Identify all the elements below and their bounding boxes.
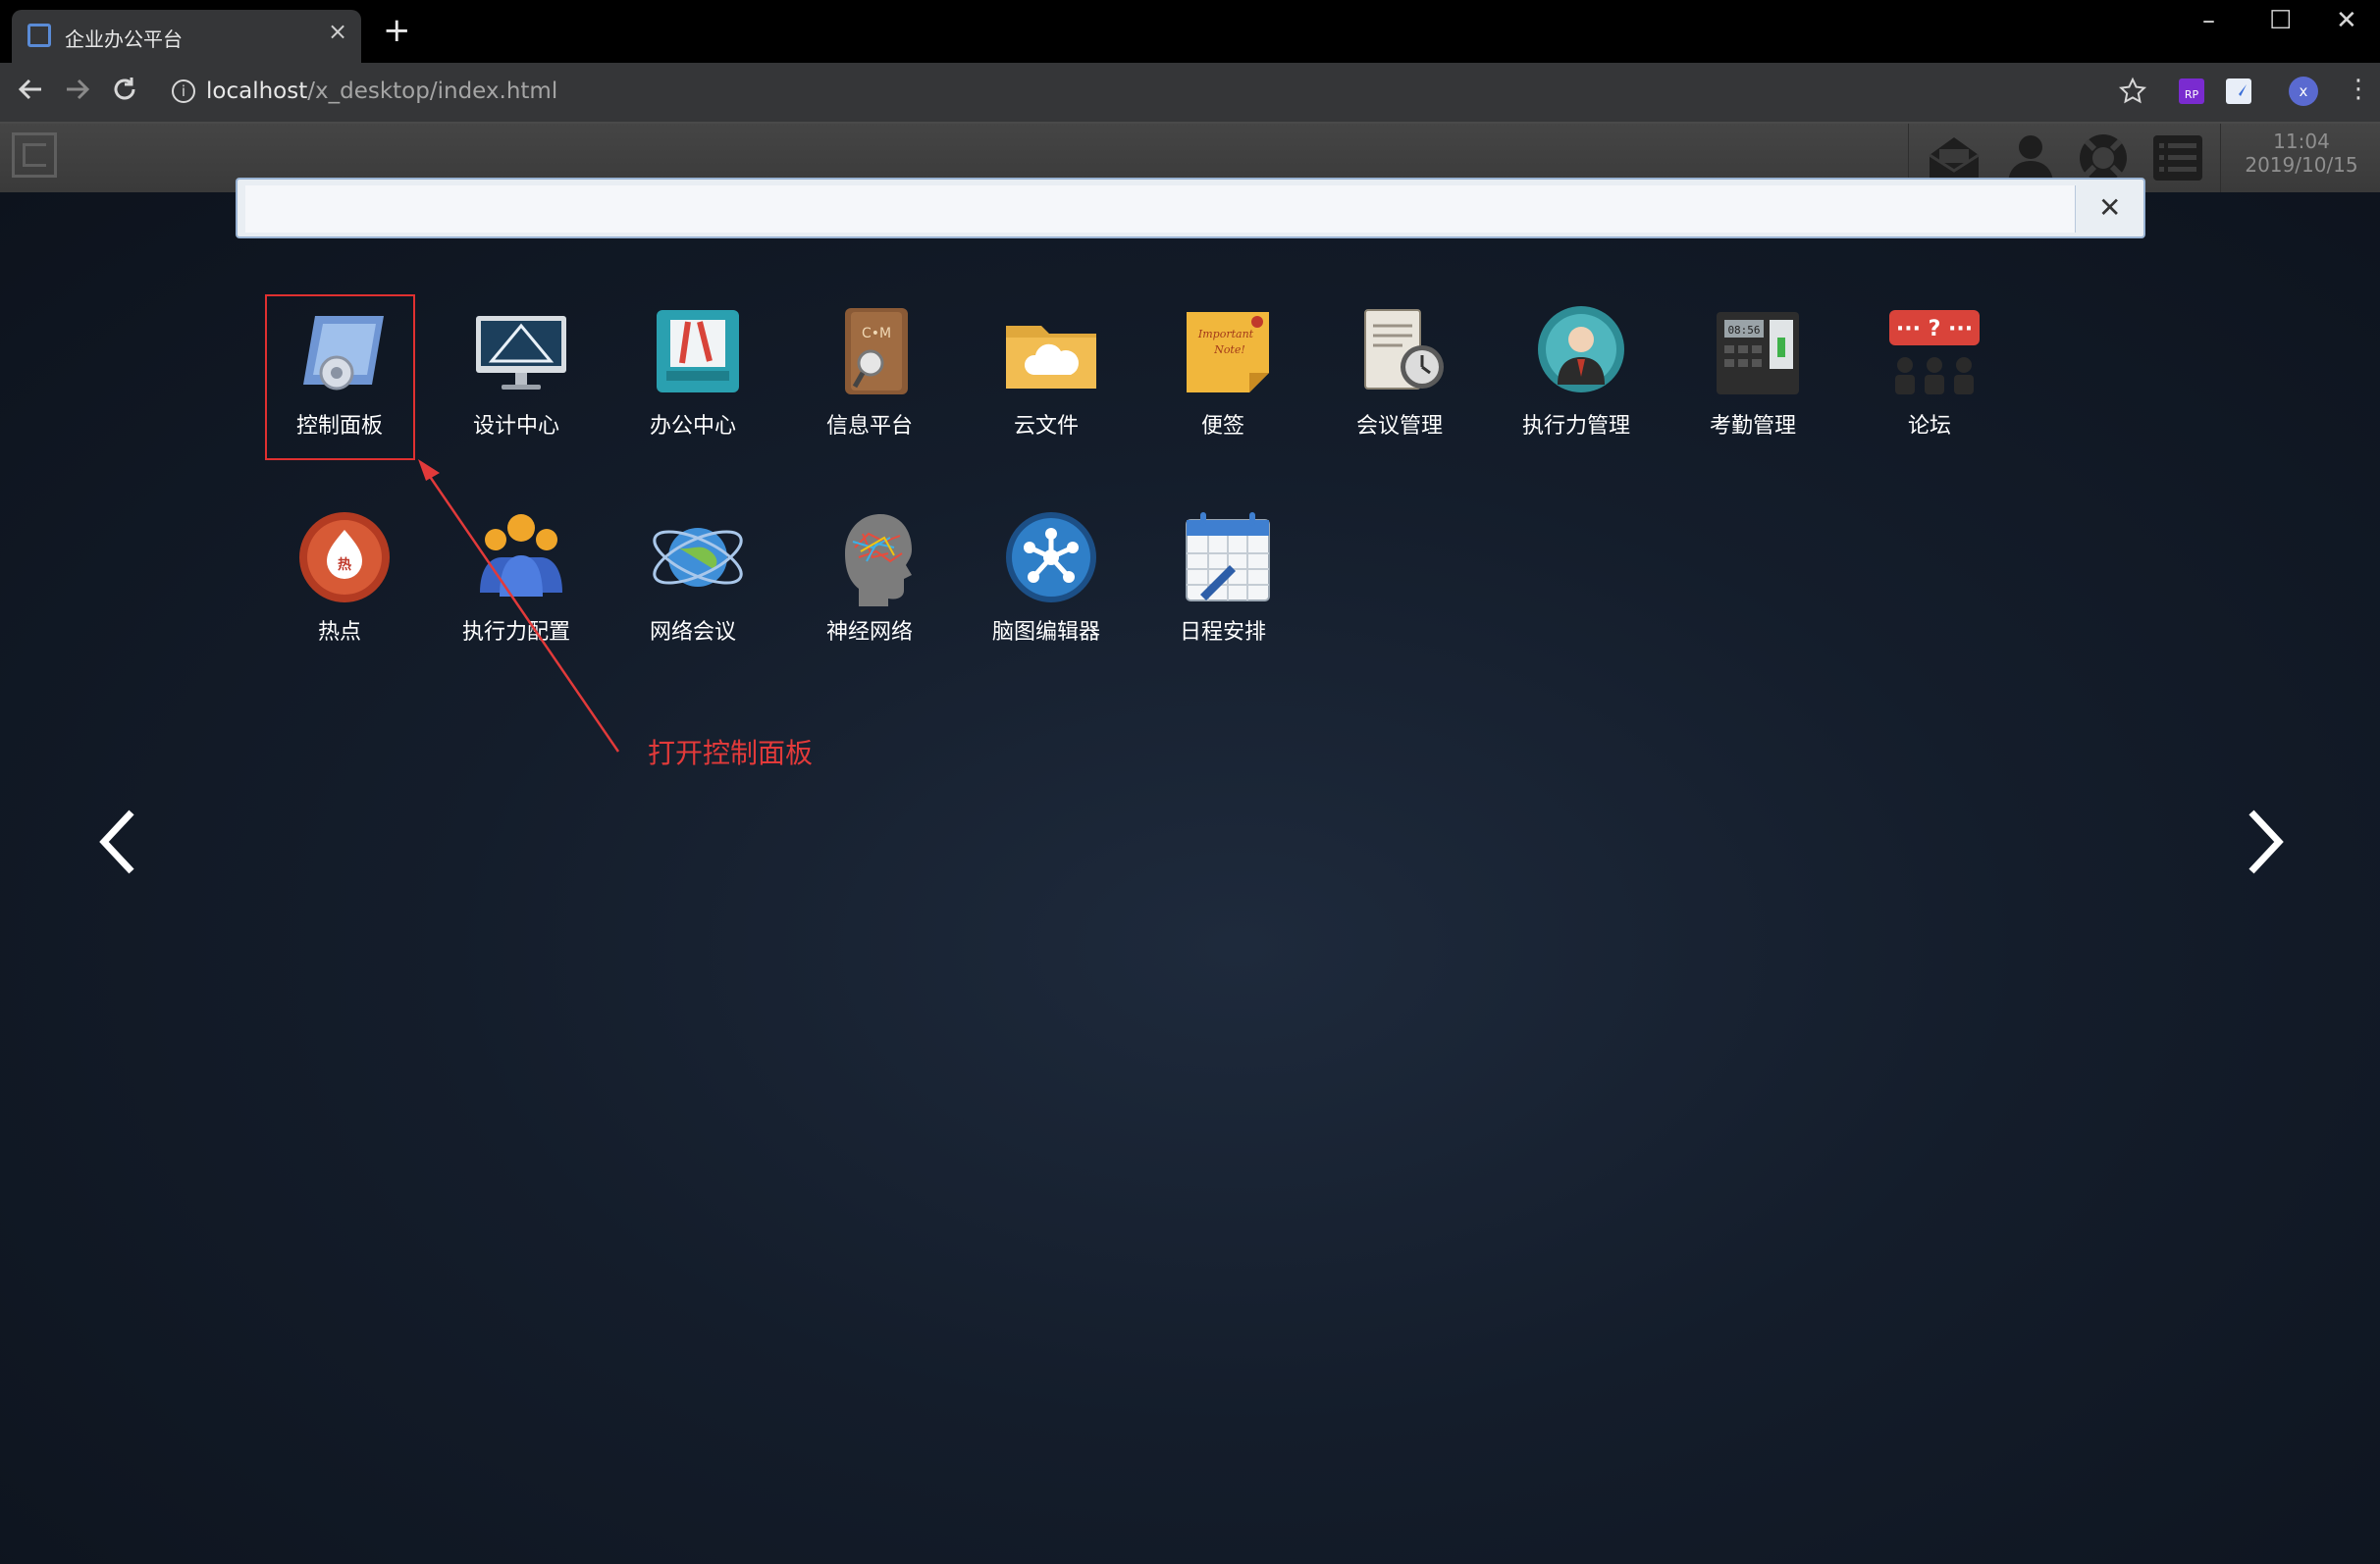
app-execution[interactable]: 执行力管理	[1493, 294, 1660, 461]
execution-icon	[1532, 302, 1630, 400]
svg-text:热: 热	[338, 556, 351, 573]
browser-tab[interactable]: 企业办公平台 ×	[12, 10, 361, 63]
app-info-platform[interactable]: C•M 信息平台	[786, 294, 953, 461]
mindmap-icon	[1002, 508, 1100, 606]
app-office-center[interactable]: 办公中心	[609, 294, 776, 461]
annotation-arrow	[418, 459, 620, 753]
prev-page-icon[interactable]	[88, 803, 147, 881]
svg-text:··· ? ···: ··· ? ···	[1896, 317, 1973, 341]
reload-icon[interactable]	[110, 75, 139, 112]
address-bar: i localhost/x_desktop/index.html RP x ⋮	[0, 63, 2380, 124]
profile-avatar[interactable]: x	[2289, 77, 2318, 106]
app-label: 神经网络	[825, 620, 913, 645]
search-close-icon[interactable]: ✕	[2098, 191, 2121, 224]
svg-text:C•M: C•M	[862, 326, 891, 341]
browser-menu-icon[interactable]: ⋮	[2346, 75, 2371, 104]
app-label: 信息平台	[825, 414, 913, 439]
app-label: 论坛	[1907, 414, 1951, 439]
app-forum[interactable]: ··· ? ··· 论坛	[1846, 294, 2013, 461]
info-platform-icon: C•M	[825, 302, 924, 400]
app-hotspot[interactable]: 热 热点	[256, 500, 423, 667]
app-cloud-file[interactable]: 云文件	[963, 294, 1130, 461]
sticky-note-icon: Important Note!	[1179, 302, 1277, 400]
app-network-meeting[interactable]: 网络会议	[609, 500, 776, 667]
app-label: 脑图编辑器	[991, 620, 1100, 645]
app-label: 热点	[317, 620, 361, 645]
url-path: /x_desktop/index.html	[307, 78, 558, 104]
app-logo-icon[interactable]	[12, 132, 57, 178]
url-field[interactable]: localhost/x_desktop/index.html	[206, 78, 557, 104]
forward-icon[interactable]	[63, 75, 92, 112]
bookmark-star-icon[interactable]	[2118, 77, 2147, 110]
search-input[interactable]	[245, 185, 2076, 233]
tab-close-icon[interactable]: ×	[328, 18, 347, 45]
maximize-button[interactable]: ☐	[2269, 6, 2292, 35]
clock-date: 2019/10/15	[2245, 153, 2358, 177]
lifebuoy-icon[interactable]	[2075, 131, 2132, 184]
svg-text:Important: Important	[1197, 328, 1254, 340]
app-label: 执行力管理	[1521, 414, 1630, 439]
office-center-icon	[649, 302, 747, 400]
app-sticky-note[interactable]: Important Note! 便签	[1139, 294, 1306, 461]
network-meeting-icon	[649, 508, 747, 606]
highlight-box	[265, 294, 415, 460]
new-tab-button[interactable]: +	[383, 14, 411, 47]
app-label: 设计中心	[472, 414, 559, 439]
svg-text:08:56: 08:56	[1727, 324, 1760, 337]
app-design-center[interactable]: 设计中心	[433, 294, 600, 461]
app-logo-inner	[23, 143, 46, 167]
meeting-icon	[1355, 302, 1454, 400]
search-box: ✕	[236, 178, 2145, 238]
svg-text:Note!: Note!	[1213, 343, 1245, 356]
neural-network-icon	[825, 508, 924, 606]
forum-icon: ··· ? ···	[1885, 302, 1983, 400]
app-label: 考勤管理	[1709, 414, 1796, 439]
header-divider	[2220, 124, 2221, 192]
app-label: 办公中心	[649, 414, 736, 439]
app-label: 云文件	[1013, 414, 1079, 439]
mail-icon[interactable]	[1926, 131, 1983, 184]
calendar-icon	[1179, 508, 1277, 606]
browser-tab-bar: 企业办公平台 × + – ☐ ✕	[0, 0, 2380, 63]
list-icon[interactable]	[2149, 131, 2206, 184]
hotspot-icon: 热	[295, 508, 394, 606]
app-calendar[interactable]: 日程安排	[1139, 500, 1306, 667]
app-mindmap[interactable]: 脑图编辑器	[963, 500, 1130, 667]
site-info-icon[interactable]: i	[172, 79, 195, 103]
clock-time: 11:04	[2273, 130, 2330, 153]
tab-favicon-icon	[27, 24, 51, 47]
user-icon[interactable]	[2002, 131, 2059, 184]
app-label: 便签	[1200, 414, 1244, 439]
attendance-icon: 08:56	[1709, 302, 1807, 400]
extension-bird-icon[interactable]	[2226, 78, 2251, 104]
app-neural-network[interactable]: 神经网络	[786, 500, 953, 667]
annotation-note: 打开控制面板	[648, 737, 814, 769]
app-meeting[interactable]: 会议管理	[1316, 294, 1483, 461]
clock: 11:04 2019/10/15	[2228, 130, 2375, 177]
tab-title: 企业办公平台	[65, 27, 183, 51]
app-label: 会议管理	[1355, 414, 1443, 439]
back-icon[interactable]	[16, 75, 45, 112]
minimize-button[interactable]: –	[2202, 6, 2215, 35]
cloud-file-icon	[1002, 302, 1100, 400]
design-center-icon	[472, 302, 570, 400]
app-label: 网络会议	[649, 620, 736, 645]
app-attendance[interactable]: 08:56 考勤管理	[1669, 294, 1836, 461]
close-window-button[interactable]: ✕	[2336, 6, 2357, 35]
next-page-icon[interactable]	[2236, 803, 2295, 881]
app-label: 日程安排	[1179, 620, 1266, 645]
url-host: localhost	[206, 78, 308, 104]
extension-rp-icon[interactable]: RP	[2179, 78, 2204, 104]
